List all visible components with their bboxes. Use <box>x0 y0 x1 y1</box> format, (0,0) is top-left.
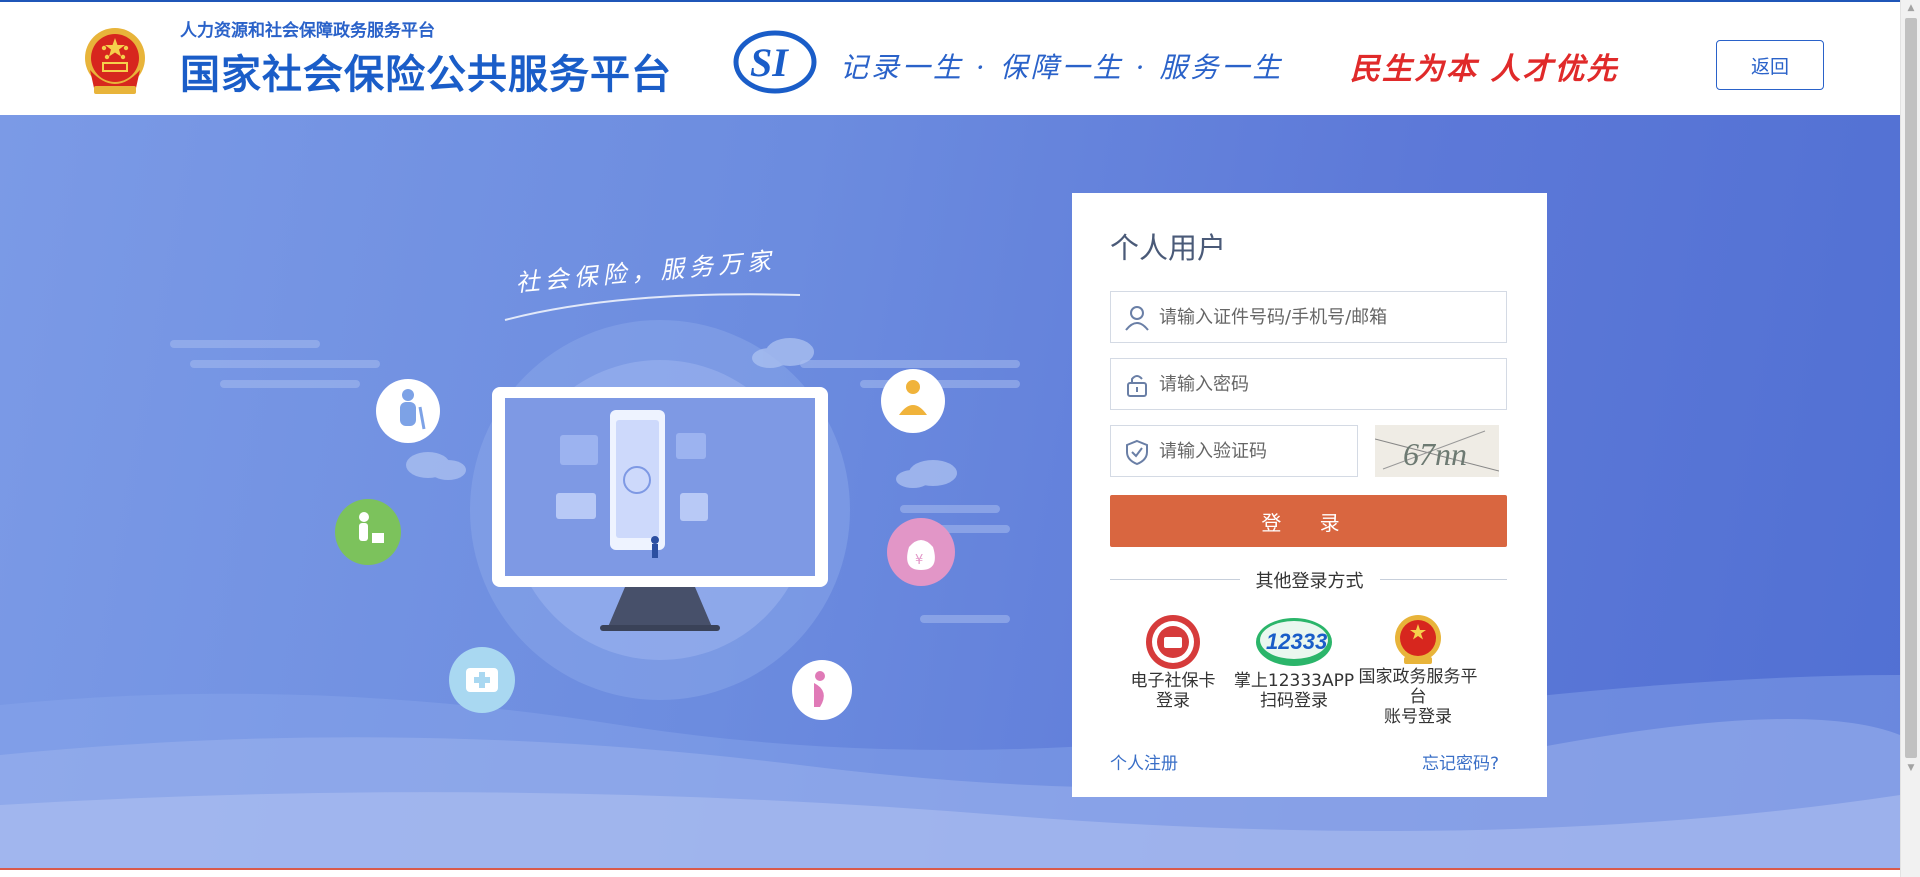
alt-login-sub-3: 账号登录 <box>1384 707 1452 727</box>
app-12333-login[interactable]: 12333 掌上12333APP 扫码登录 <box>1229 613 1359 711</box>
maternity-icon <box>792 660 852 720</box>
captcha-input[interactable] <box>1159 426 1349 476</box>
register-link[interactable]: 个人注册 <box>1110 749 1178 774</box>
injury-icon <box>881 369 945 433</box>
alt-login-label-1: 电子社保卡 <box>1130 671 1216 691</box>
app-12333-badge: 12333 <box>1266 629 1327 654</box>
login-card: 个人用户 请输入证件号码/手机号/邮箱 请输入验证码 67nn 登 录 其他登录… <box>1072 193 1547 797</box>
app-12333-icon: 12333 <box>1256 618 1332 666</box>
site-header: 人力资源和社会保障政务服务平台 国家社会保险公共服务平台 SI 记录一生 · 保… <box>0 0 1900 115</box>
svg-text:¥: ¥ <box>915 553 923 568</box>
captcha-text: 67nn <box>1403 436 1467 472</box>
shield-icon <box>1126 439 1148 466</box>
alt-login-label-2: 掌上12333APP <box>1233 671 1355 691</box>
login-title: 个人用户 <box>1110 231 1227 265</box>
user-icon <box>1125 306 1149 331</box>
social-security-card-login[interactable]: 电子社保卡 登录 <box>1108 613 1238 711</box>
bottom-border <box>0 868 1900 870</box>
si-logo-text: SI <box>750 40 789 85</box>
hero-background: ¥ <box>0 293 1900 870</box>
back-button[interactable]: 返回 <box>1716 40 1824 90</box>
national-emblem-icon <box>1395 615 1441 664</box>
scroll-down-icon[interactable]: ▼ <box>1901 760 1920 777</box>
captcha-field[interactable] <box>1110 425 1358 477</box>
slogan-right: 民生为本 人才优先 <box>1350 52 1619 87</box>
alt-login-sub-1: 登录 <box>1156 691 1190 711</box>
username-input[interactable] <box>1159 292 1499 342</box>
platform-subtitle: 人力资源和社会保障政务服务平台 <box>180 21 435 41</box>
unemployment-icon <box>335 499 401 565</box>
login-page: 人力资源和社会保障政务服务平台 国家社会保险公共服务平台 SI 记录一生 · 保… <box>0 0 1920 877</box>
social-security-card-icon <box>1146 615 1200 669</box>
hero-banner: ¥ 社会保险，服务万家 个人用户 请输入证件号码/手机号/邮箱 请输入验证码 6… <box>0 115 1900 870</box>
other-methods-text: 其他登录方式 <box>1239 571 1380 592</box>
lock-icon <box>1127 375 1147 397</box>
password-input[interactable] <box>1159 359 1499 409</box>
gov-platform-login[interactable]: 国家政务服务平台 账号登录 <box>1353 613 1483 727</box>
captcha-graphic: 67nn <box>1375 430 1499 472</box>
password-field[interactable] <box>1110 358 1507 410</box>
captcha-image[interactable]: 67nn <box>1375 425 1499 477</box>
scroll-up-icon[interactable]: ▲ <box>1901 0 1920 17</box>
slogan: 记录一生 · 保障一生 · 服务一生 <box>840 51 1284 84</box>
elderly-icon <box>376 379 440 443</box>
alt-login-label-3: 国家政务服务平台 <box>1358 667 1478 707</box>
national-emblem-icon <box>85 28 145 94</box>
money-bag-icon: ¥ <box>887 518 955 586</box>
scroll-thumb[interactable] <box>1905 18 1917 758</box>
vertical-scrollbar[interactable]: ▲ ▼ <box>1900 0 1920 877</box>
username-field[interactable] <box>1110 291 1507 343</box>
other-methods-label: 其他登录方式 <box>1072 567 1547 593</box>
medical-icon <box>449 647 515 713</box>
alt-login-sub-2: 扫码登录 <box>1260 691 1328 711</box>
login-button[interactable]: 登 录 <box>1110 495 1507 547</box>
platform-title: 国家社会保险公共服务平台 <box>180 52 672 98</box>
forgot-password-link[interactable]: 忘记密码? <box>1422 749 1499 774</box>
si-logo-icon: SI <box>733 30 817 94</box>
